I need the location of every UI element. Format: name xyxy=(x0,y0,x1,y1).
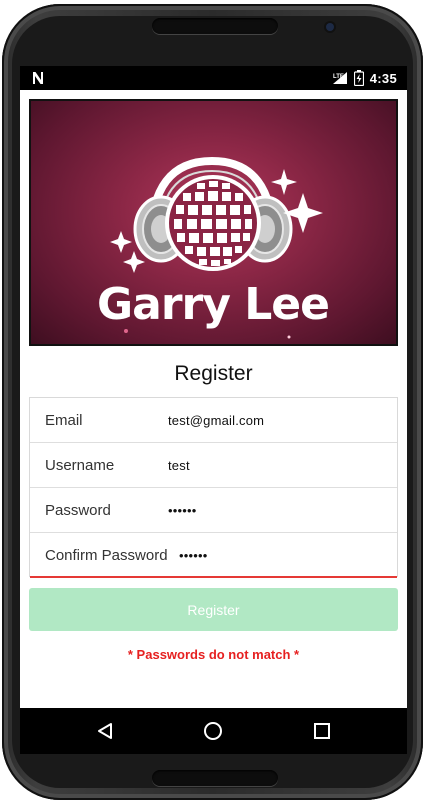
disco-ball-logo: Garry Lee xyxy=(97,156,330,339)
disco-ball xyxy=(165,175,261,271)
banner-logo-text: Garry Lee xyxy=(97,279,329,330)
username-label: Username xyxy=(45,457,115,474)
recents-button[interactable] xyxy=(309,718,335,744)
status-time: 4:35 xyxy=(369,70,397,86)
password-label: Password xyxy=(45,502,111,519)
phone-frame: LTE 4:35 Garry Lee Register Email test@g… xyxy=(2,4,423,800)
home-icon xyxy=(204,722,222,740)
email-label: Email xyxy=(45,412,83,429)
confirm-password-row[interactable]: Confirm Password •••••• xyxy=(30,533,397,578)
email-field[interactable]: test@gmail.com xyxy=(168,413,264,428)
device-screen: LTE 4:35 Garry Lee Register Email test@g… xyxy=(20,66,407,754)
n-notification-icon xyxy=(33,72,43,84)
page-title: Register xyxy=(174,362,253,385)
lte-signal-icon: LTE xyxy=(332,72,347,84)
battery-charging-icon xyxy=(353,70,364,86)
username-field[interactable]: test xyxy=(168,458,190,473)
error-message: * Passwords do not match * xyxy=(127,647,300,662)
register-form: Email test@gmail.com Username test Passw… xyxy=(29,397,398,578)
username-row[interactable]: Username test xyxy=(30,443,397,488)
garry-lee-banner: Garry Lee xyxy=(29,99,398,346)
navigation-bar xyxy=(20,708,407,754)
register-screen: Garry Lee Register Email test@gmail.com … xyxy=(20,90,407,708)
password-row[interactable]: Password •••••• xyxy=(30,488,397,533)
top-speaker xyxy=(152,18,278,34)
confirm-password-field[interactable]: •••••• xyxy=(179,548,208,563)
status-bar: LTE 4:35 xyxy=(20,66,407,90)
home-button[interactable] xyxy=(200,718,226,744)
password-field[interactable]: •••••• xyxy=(168,503,197,518)
register-button[interactable]: Register xyxy=(29,588,398,631)
back-icon xyxy=(98,723,112,739)
confirm-password-label: Confirm Password xyxy=(45,547,168,564)
svg-text:LTE: LTE xyxy=(333,74,344,80)
email-row[interactable]: Email test@gmail.com xyxy=(30,398,397,443)
back-button[interactable] xyxy=(92,718,118,744)
front-camera xyxy=(326,23,334,31)
bottom-speaker xyxy=(152,770,278,786)
status-icons: LTE 4:35 xyxy=(332,69,397,87)
recents-icon xyxy=(314,723,330,739)
